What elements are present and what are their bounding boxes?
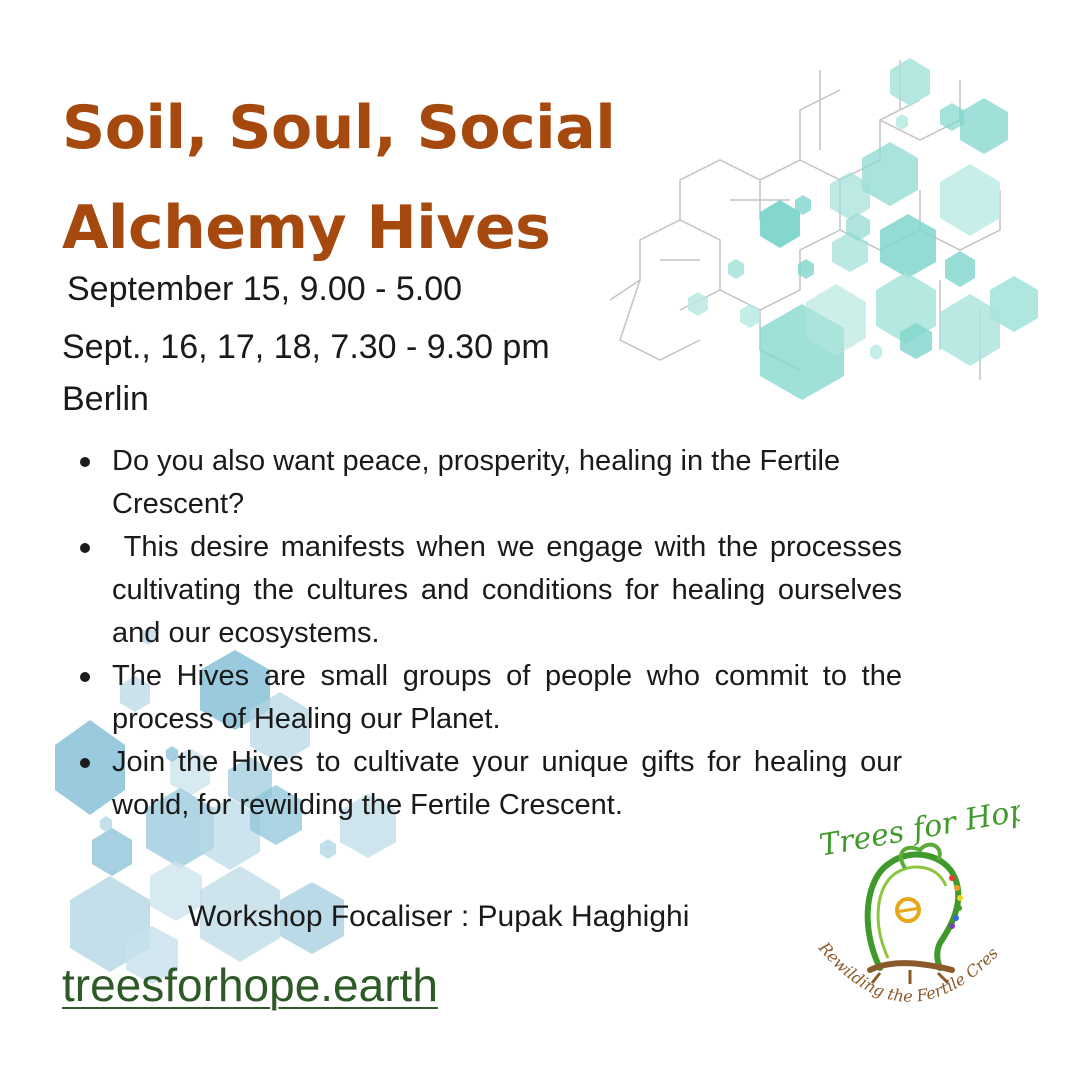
info-bullet-list: Do you also want peace, prosperity, heal… xyxy=(80,440,902,827)
teal-hexagons xyxy=(688,58,1038,400)
bullet-item-1: Do you also want peace, prosperity, heal… xyxy=(80,440,902,526)
event-city: Berlin xyxy=(62,380,149,418)
event-date-2: Sept., 16, 17, 18, 7.30 - 9.30 pm xyxy=(62,328,550,366)
tree-head-icon xyxy=(864,842,963,985)
bullet-item-2: This desire manifests when we engage wit… xyxy=(80,526,902,655)
title-line-1: Soil, Soul, Social xyxy=(62,93,616,163)
event-date-1: September 15, 9.00 - 5.00 xyxy=(67,270,463,308)
page-title: Soil, Soul, Social Alchemy Hives xyxy=(62,78,616,278)
trees-for-hope-logo: Trees for Hope Rewilding the Fertile Cre… xyxy=(810,778,1020,1006)
hexagon-network-decoration xyxy=(609,58,1038,400)
workshop-focaliser: Workshop Focaliser : Pupak Haghighi xyxy=(188,900,690,933)
bullet-item-4: Join the Hives to cultivate your unique … xyxy=(80,741,902,827)
bullet-item-3: The Hives are small groups of people who… xyxy=(80,655,902,741)
title-line-2: Alchemy Hives xyxy=(62,193,551,263)
website-link[interactable]: treesforhope.earth xyxy=(62,958,438,1012)
